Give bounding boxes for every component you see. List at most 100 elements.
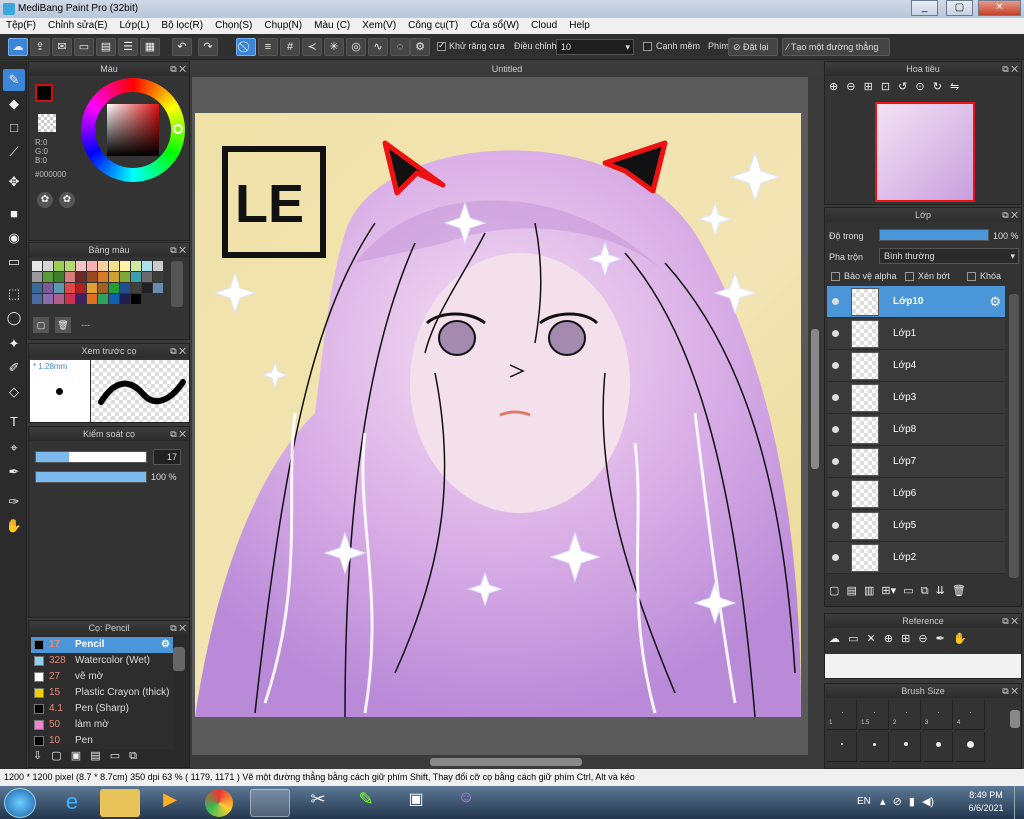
brush-size-cell[interactable] (827, 732, 857, 762)
color-swatch[interactable] (76, 261, 86, 271)
color-swatch[interactable] (120, 261, 130, 271)
color-swatch[interactable] (65, 283, 75, 293)
transparent-color-swatch[interactable] (38, 114, 56, 132)
menu-tools[interactable]: Công cụ(T) (402, 18, 464, 31)
color-swatch[interactable] (131, 272, 141, 282)
color-swatch[interactable] (142, 261, 152, 271)
select-rect-tool-icon[interactable]: ⬚ (3, 283, 25, 305)
layer-folder-icon[interactable]: ▭ (903, 585, 913, 597)
eyedropper-icon[interactable]: ✒ (936, 633, 945, 645)
show-desktop-button[interactable] (1014, 786, 1024, 819)
foreground-color-swatch[interactable] (35, 84, 53, 102)
open-folder-icon[interactable]: ▭ (848, 633, 858, 645)
brush-item[interactable]: 10 Pen (31, 733, 173, 749)
zoom-out-icon[interactable]: ⊖ (846, 81, 855, 93)
move-tool-icon[interactable]: ✥ (3, 171, 25, 193)
slideshow-icon[interactable]: ▣ (396, 789, 436, 817)
color-swatch[interactable] (54, 261, 64, 271)
layer-opacity-slider[interactable] (879, 229, 989, 241)
brush-settings-gear-icon[interactable]: ⚙ (161, 639, 170, 650)
start-button[interactable] (4, 788, 36, 818)
fit-icon[interactable]: ⊞ (901, 633, 910, 645)
snap-ellipse-icon[interactable]: ◌ (390, 38, 410, 56)
brush-size-slider[interactable] (35, 451, 147, 463)
color-swatch[interactable] (153, 272, 163, 282)
brush-item[interactable]: 15 Plastic Crayon (thick) (31, 685, 173, 701)
snap-perspective-icon[interactable]: ≺ (302, 38, 322, 56)
blend-mode-select[interactable]: Bình thường ▾ (879, 248, 1019, 264)
brush-item[interactable]: 17 Pencil ⚙ (31, 637, 173, 653)
color-swatch[interactable] (131, 294, 141, 304)
hand-icon[interactable]: ✋ (953, 633, 967, 645)
operation-tool-icon[interactable]: ⌖ (3, 437, 25, 459)
layer-row[interactable]: Lớp4 (827, 350, 1005, 382)
layer-row[interactable]: Lớp10 ⚙ (827, 286, 1005, 318)
pen-nib-tool-icon[interactable]: ✑ (3, 491, 25, 513)
menu-filter[interactable]: Bộ lọc(R) (155, 18, 209, 31)
bucket-tool-icon[interactable]: ◉ (3, 227, 25, 249)
lasso-tool-icon[interactable]: ◯ (3, 307, 25, 329)
maximize-button[interactable]: ▢ (946, 0, 973, 16)
new-swatch-icon[interactable]: ▢ (33, 317, 49, 333)
game-icon[interactable]: ☺ (446, 789, 486, 817)
snap-curve-icon[interactable]: ∿ (368, 38, 388, 56)
language-indicator[interactable]: EN (857, 796, 871, 807)
reference-view[interactable] (825, 654, 1021, 678)
magic-wand-tool-icon[interactable]: ✦ (3, 333, 25, 355)
color-swatch[interactable] (131, 261, 141, 271)
brush-item[interactable]: 50 làm mờ (31, 717, 173, 733)
eraser-tool-icon[interactable]: ◆ (3, 93, 25, 115)
visibility-icon[interactable] (832, 362, 839, 369)
canvas-area[interactable]: Untitled LE (192, 61, 822, 769)
brush-size-cell[interactable]: 4 (955, 700, 985, 730)
color-swatch[interactable] (120, 272, 130, 282)
flip-icon[interactable]: ⇋ (950, 81, 959, 93)
visibility-icon[interactable] (832, 458, 839, 465)
brush-opacity-slider[interactable] (35, 471, 147, 483)
visibility-icon[interactable] (832, 522, 839, 529)
menu-cloud[interactable]: Cloud (525, 18, 563, 31)
fill-rect-tool-icon[interactable]: ■ (3, 203, 25, 225)
snap-parallel-icon[interactable]: ≡ (258, 38, 278, 56)
color-swatch[interactable] (76, 294, 86, 304)
hue-handle[interactable] (173, 124, 183, 134)
snap-circle-icon[interactable]: ◎ (346, 38, 366, 56)
add-layer-menu-icon[interactable]: ⊞▾ (881, 585, 896, 597)
panel-close-icon[interactable]: ⧉ ✕ (170, 344, 186, 358)
actual-size-icon[interactable]: ⊡ (881, 81, 890, 93)
visibility-icon[interactable] (832, 330, 839, 337)
dot-line-tool-icon[interactable]: ⟋ (3, 141, 25, 163)
folder-icon[interactable]: ▭ (110, 750, 120, 762)
app-green-icon[interactable]: ✎ (346, 789, 386, 817)
snipping-tool-icon[interactable]: ✂ (298, 789, 338, 817)
clock-time[interactable]: 8:49 PM (962, 790, 1010, 800)
menu-edit[interactable]: Chỉnh sửa(E) (42, 18, 114, 31)
visibility-icon[interactable] (832, 554, 839, 561)
visibility-icon[interactable] (832, 394, 839, 401)
brush-size-cell[interactable]: 3 (923, 700, 953, 730)
layer-row[interactable]: Lớp2 (827, 542, 1005, 574)
share-icon[interactable]: ⇪ (30, 38, 50, 56)
color-swatch[interactable] (65, 261, 75, 271)
color-swatch[interactable] (32, 261, 42, 271)
panel-close-icon[interactable]: ⧉ ✕ (170, 427, 186, 441)
color-swatch[interactable] (98, 294, 108, 304)
color-swatch[interactable] (87, 294, 97, 304)
layer-settings-gear-icon[interactable]: ⚙ (989, 294, 1001, 310)
swatch-scrollbar[interactable] (171, 261, 183, 307)
color-swatch[interactable] (109, 283, 119, 293)
rotate-reset-icon[interactable]: ⊙ (915, 81, 924, 93)
color-swatch[interactable] (43, 294, 53, 304)
media-player-icon[interactable]: ▶ (150, 789, 190, 817)
tray-icons[interactable]: ▴ ⊘ ▮ ◀) (880, 795, 934, 808)
panel-close-icon[interactable]: ⧉ ✕ (1002, 62, 1018, 76)
horizontal-scroll-thumb[interactable] (430, 758, 582, 766)
drawing-canvas[interactable]: LE (195, 113, 801, 717)
new-raster-layer-icon[interactable]: ▤ (846, 585, 856, 597)
layer-row[interactable]: Lớp8 (827, 414, 1005, 446)
cloud-download-icon[interactable]: ⇩ (33, 750, 42, 762)
eyedropper-tool-icon[interactable]: ✒ (3, 461, 25, 483)
select-eraser-tool-icon[interactable]: ◇ (3, 381, 25, 403)
color-swatch[interactable] (54, 294, 64, 304)
color-swatch[interactable] (87, 272, 97, 282)
